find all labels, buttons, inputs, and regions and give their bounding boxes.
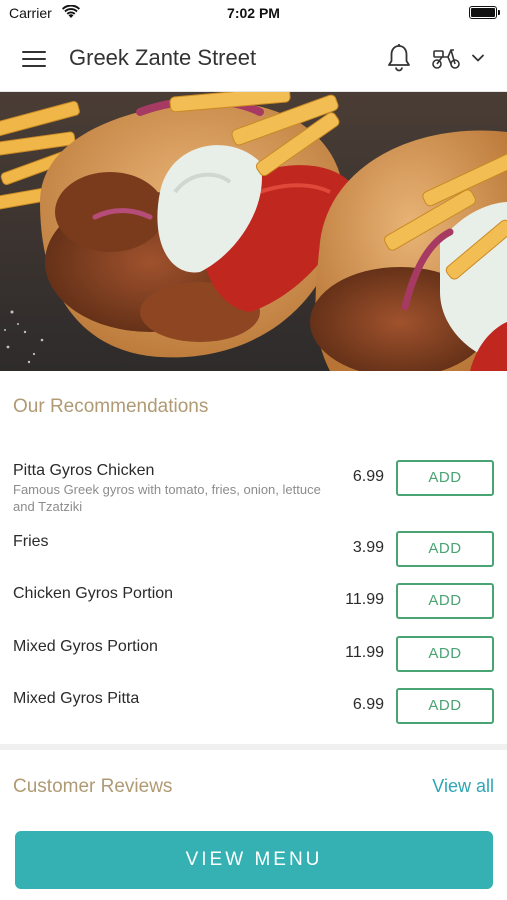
add-button[interactable]: ADD: [396, 531, 494, 567]
recommendations-heading: Our Recommendations: [13, 396, 209, 417]
item-name: Mixed Gyros Pitta: [13, 690, 140, 707]
view-all-reviews-link[interactable]: View all: [432, 776, 494, 797]
delivery-scooter-icon[interactable]: [430, 45, 462, 71]
add-button[interactable]: ADD: [396, 636, 494, 672]
app-header: Greek Zante Street: [0, 26, 507, 92]
add-button[interactable]: ADD: [396, 583, 494, 619]
section-divider: [0, 744, 507, 750]
hero-food-image: [0, 92, 507, 371]
item-description: Famous Greek gyros with tomato, fries, o…: [13, 482, 321, 514]
page-title: Greek Zante Street: [69, 45, 257, 70]
status-bar: Carrier 7:02 PM: [0, 0, 507, 26]
item-price: 11.99: [345, 644, 384, 661]
chevron-down-icon[interactable]: [470, 50, 486, 66]
hamburger-menu-icon[interactable]: [22, 48, 48, 68]
item-name: Chicken Gyros Portion: [13, 585, 174, 602]
battery-icon: [469, 6, 500, 19]
item-price: 6.99: [352, 468, 384, 485]
item-name: Fries: [13, 533, 49, 550]
item-price: 3.99: [352, 539, 384, 556]
item-price: 11.99: [345, 591, 384, 608]
status-time: 7:02 PM: [227, 5, 280, 21]
item-price: 6.99: [352, 696, 384, 713]
item-name: Pitta Gyros Chicken: [13, 462, 155, 479]
add-button[interactable]: ADD: [396, 460, 494, 496]
view-menu-button[interactable]: VIEW MENU: [15, 831, 493, 889]
item-name: Mixed Gyros Portion: [13, 638, 158, 655]
notification-bell-icon[interactable]: [385, 43, 413, 73]
reviews-heading: Customer Reviews: [13, 776, 173, 797]
add-button[interactable]: ADD: [396, 688, 494, 724]
